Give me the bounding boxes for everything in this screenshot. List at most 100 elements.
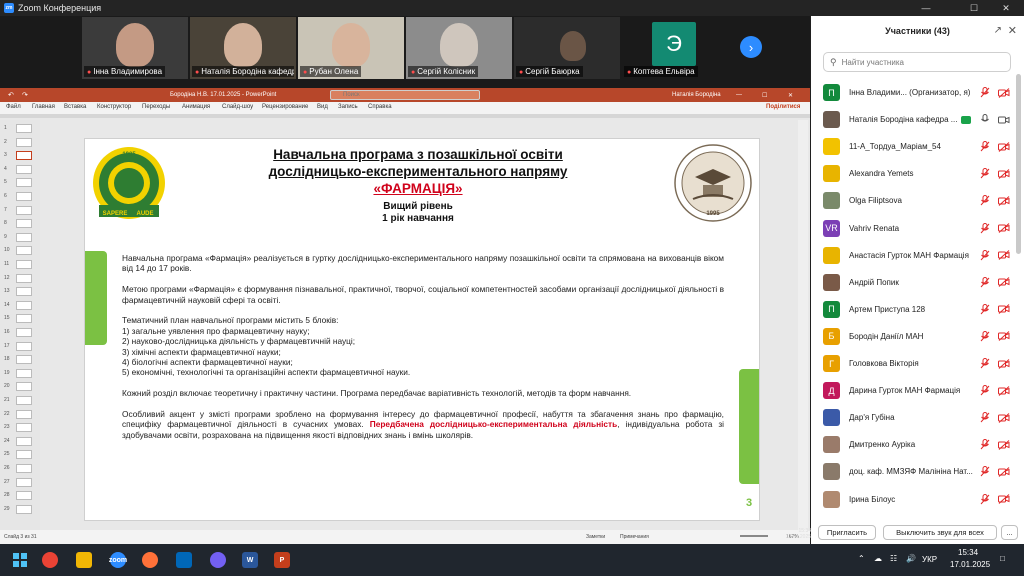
slide-thumbnail[interactable]: 14 bbox=[4, 299, 38, 311]
video-tile[interactable]: ● Рубан Олена bbox=[298, 17, 404, 79]
video-tile[interactable]: ● Сергій Баюрка bbox=[514, 17, 620, 79]
slide-thumbnail[interactable]: 26 bbox=[4, 462, 38, 474]
close-panel-icon[interactable]: ✕ bbox=[1008, 24, 1017, 37]
invite-button[interactable]: Пригласить bbox=[818, 525, 876, 540]
participant-row[interactable]: Наталія Бородіна кафедра ... bbox=[823, 106, 1013, 133]
menu-insert[interactable]: Вставка bbox=[64, 104, 86, 110]
mic-muted-icon[interactable] bbox=[979, 222, 991, 234]
slide-thumbnail[interactable]: 4 bbox=[4, 163, 38, 175]
notes-button[interactable]: Заметки bbox=[586, 534, 605, 540]
volume-icon[interactable]: 🔊 bbox=[906, 554, 916, 563]
slide-thumbnail[interactable]: 9 bbox=[4, 231, 38, 243]
menu-home[interactable]: Главная bbox=[32, 104, 55, 110]
slide-thumbnail[interactable]: 5 bbox=[4, 176, 38, 188]
firefox-icon[interactable] bbox=[142, 552, 158, 568]
participant-row[interactable]: Дар'я Губіна bbox=[823, 404, 1013, 431]
video-off-icon[interactable] bbox=[998, 141, 1010, 153]
menu-view[interactable]: Вид bbox=[317, 104, 328, 110]
participant-row[interactable]: Анастасія Гурток МАН Фармація bbox=[823, 242, 1013, 269]
participant-row[interactable]: П Артем Приступа 128 bbox=[823, 296, 1013, 323]
mic-muted-icon[interactable] bbox=[979, 358, 991, 370]
slide-thumbnail[interactable]: 28 bbox=[4, 489, 38, 501]
menu-file[interactable]: Файл bbox=[6, 104, 21, 110]
participant-row[interactable]: Б Бородін Даніїл МАН bbox=[823, 323, 1013, 350]
video-off-icon[interactable] bbox=[998, 276, 1010, 288]
undo-icon[interactable]: ↶ bbox=[8, 91, 14, 99]
powerpoint-icon[interactable]: P bbox=[274, 552, 290, 568]
participant-row[interactable]: Г Головкова Вікторія bbox=[823, 350, 1013, 377]
video-icon[interactable] bbox=[998, 114, 1010, 126]
menu-slideshow[interactable]: Слайд-шоу bbox=[222, 104, 253, 110]
mic-muted-icon[interactable] bbox=[979, 412, 991, 424]
video-off-icon[interactable] bbox=[998, 222, 1010, 234]
slide-thumbnail[interactable]: 17 bbox=[4, 340, 38, 352]
close-window-button[interactable]: ✕ bbox=[992, 0, 1020, 16]
participant-search-input[interactable]: ⚲ Найти участника bbox=[823, 52, 1011, 72]
slide-thumbnail[interactable]: 15 bbox=[4, 312, 38, 324]
participant-row[interactable]: Андрій Попик bbox=[823, 269, 1013, 296]
mute-all-button[interactable]: Выключить звук для всех bbox=[883, 525, 997, 540]
slide-thumbnail[interactable]: 13 bbox=[4, 285, 38, 297]
zoom-slider[interactable] bbox=[740, 535, 768, 537]
pop-out-icon[interactable]: ↗ bbox=[994, 25, 1002, 36]
slide-thumbnail[interactable]: 20 bbox=[4, 380, 38, 392]
comments-button[interactable]: Примечания bbox=[620, 534, 649, 540]
video-off-icon[interactable] bbox=[998, 249, 1010, 261]
slide-thumbnail[interactable]: 10 bbox=[4, 244, 38, 256]
network-icon[interactable]: ☷ bbox=[890, 554, 897, 563]
participant-row[interactable]: П Інна Владими... (Организатор, я) bbox=[823, 79, 1013, 106]
participant-row[interactable]: 11-А_Тордуа_Маріам_54 bbox=[823, 133, 1013, 160]
redo-icon[interactable]: ↷ bbox=[22, 91, 28, 99]
share-button[interactable]: Поділитися bbox=[766, 104, 800, 110]
participant-row[interactable]: Ірина Білоус bbox=[823, 486, 1013, 513]
slide-thumbnail[interactable]: 27 bbox=[4, 476, 38, 488]
video-off-icon[interactable] bbox=[998, 168, 1010, 180]
maximize-button[interactable]: ☐ bbox=[960, 0, 988, 16]
gallery-next-button[interactable]: › bbox=[740, 36, 762, 58]
slide-thumbnail[interactable]: 29 bbox=[4, 503, 38, 515]
video-off-icon[interactable] bbox=[998, 330, 1010, 342]
mic-muted-icon[interactable] bbox=[979, 330, 991, 342]
video-tile[interactable]: ● Сергій Колісник bbox=[406, 17, 512, 79]
video-off-icon[interactable] bbox=[998, 412, 1010, 424]
participant-row[interactable]: Дмитренко Ауріка bbox=[823, 431, 1013, 458]
ppt-maximize-button[interactable]: ☐ bbox=[762, 92, 767, 99]
video-off-icon[interactable] bbox=[998, 385, 1010, 397]
slide-scrollbar[interactable] bbox=[798, 120, 808, 530]
video-tile[interactable]: Э ● Коптева Ельвіра bbox=[622, 17, 728, 79]
menu-animations[interactable]: Анимация bbox=[182, 104, 210, 110]
mic-muted-icon[interactable] bbox=[979, 493, 991, 505]
mic-muted-icon[interactable] bbox=[979, 439, 991, 451]
video-off-icon[interactable] bbox=[998, 493, 1010, 505]
slide-thumbnail[interactable]: 24 bbox=[4, 435, 38, 447]
mic-muted-icon[interactable] bbox=[979, 303, 991, 315]
slide-thumbnail[interactable]: 23 bbox=[4, 421, 38, 433]
mic-muted-icon[interactable] bbox=[979, 385, 991, 397]
mic-muted-icon[interactable] bbox=[979, 141, 991, 153]
participant-row[interactable]: Д Дарина Гурток МАН Фармація bbox=[823, 377, 1013, 404]
menu-design[interactable]: Конструктор bbox=[97, 104, 131, 110]
file-explorer-icon[interactable] bbox=[76, 552, 92, 568]
video-tile[interactable]: ● Інна Владимирова bbox=[82, 17, 188, 79]
slide-thumbnail[interactable]: 7 bbox=[4, 204, 38, 216]
minimize-button[interactable]: — bbox=[912, 0, 940, 16]
chrome-icon[interactable] bbox=[42, 552, 58, 568]
video-off-icon[interactable] bbox=[998, 87, 1010, 99]
slide-thumbnail[interactable]: 1 bbox=[4, 122, 38, 134]
word-icon[interactable]: W bbox=[242, 552, 258, 568]
keyboard-language[interactable]: УКР bbox=[922, 555, 937, 564]
video-off-icon[interactable] bbox=[998, 303, 1010, 315]
mic-muted-icon[interactable] bbox=[979, 195, 991, 207]
video-off-icon[interactable] bbox=[998, 358, 1010, 370]
slide-thumbnail[interactable]: 11 bbox=[4, 258, 38, 270]
participant-row[interactable]: Olga Filiptsova bbox=[823, 187, 1013, 214]
zoom-taskbar-icon[interactable]: zoom bbox=[109, 552, 127, 568]
menu-help[interactable]: Справка bbox=[368, 104, 392, 110]
windows-start-icon[interactable] bbox=[12, 552, 28, 568]
video-off-icon[interactable] bbox=[998, 195, 1010, 207]
participant-row[interactable]: Alexandra Yemets bbox=[823, 160, 1013, 187]
ppt-search-box[interactable]: Поиск bbox=[330, 90, 480, 100]
slide-thumbnail[interactable]: 21 bbox=[4, 394, 38, 406]
menu-review[interactable]: Рецензирование bbox=[262, 104, 308, 110]
more-options-button[interactable]: ... bbox=[1001, 525, 1018, 540]
